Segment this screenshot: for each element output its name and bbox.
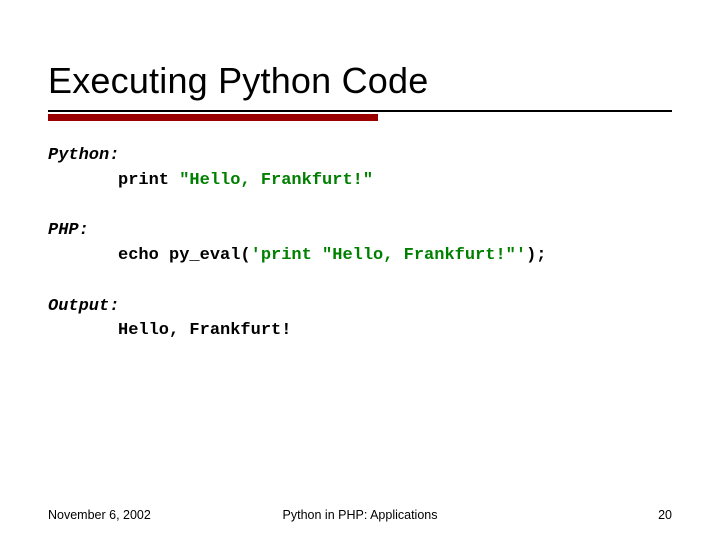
slide: Executing Python Code Python: print "Hel… — [0, 0, 720, 540]
underline-thick — [48, 114, 378, 121]
output-text: Hello, Frankfurt! — [48, 319, 672, 344]
footer-page-number: 20 — [658, 508, 672, 522]
spacer — [48, 193, 672, 209]
page-title: Executing Python Code — [48, 60, 672, 102]
spacer — [48, 269, 672, 285]
label-python: Python: — [48, 144, 672, 169]
title-wrap: Executing Python Code — [0, 0, 720, 120]
slide-content: Python: print "Hello, Frankfurt!" PHP: e… — [0, 120, 720, 344]
code-php-keyword: echo py_eval( — [118, 246, 251, 265]
underline-thin — [48, 110, 672, 112]
title-underline — [48, 110, 672, 120]
footer-date: November 6, 2002 — [48, 508, 151, 522]
label-php: PHP: — [48, 219, 672, 244]
footer-title: Python in PHP: Applications — [283, 508, 438, 522]
code-python: print "Hello, Frankfurt!" — [48, 169, 672, 194]
label-output: Output: — [48, 295, 672, 320]
code-php: echo py_eval('print "Hello, Frankfurt!"'… — [48, 244, 672, 269]
code-php-string: 'print "Hello, Frankfurt!"' — [251, 246, 526, 265]
code-php-tail: ); — [526, 246, 546, 265]
code-python-string: "Hello, Frankfurt!" — [179, 171, 373, 190]
footer: November 6, 2002 Python in PHP: Applicat… — [48, 508, 672, 522]
code-python-keyword: print — [118, 171, 179, 190]
